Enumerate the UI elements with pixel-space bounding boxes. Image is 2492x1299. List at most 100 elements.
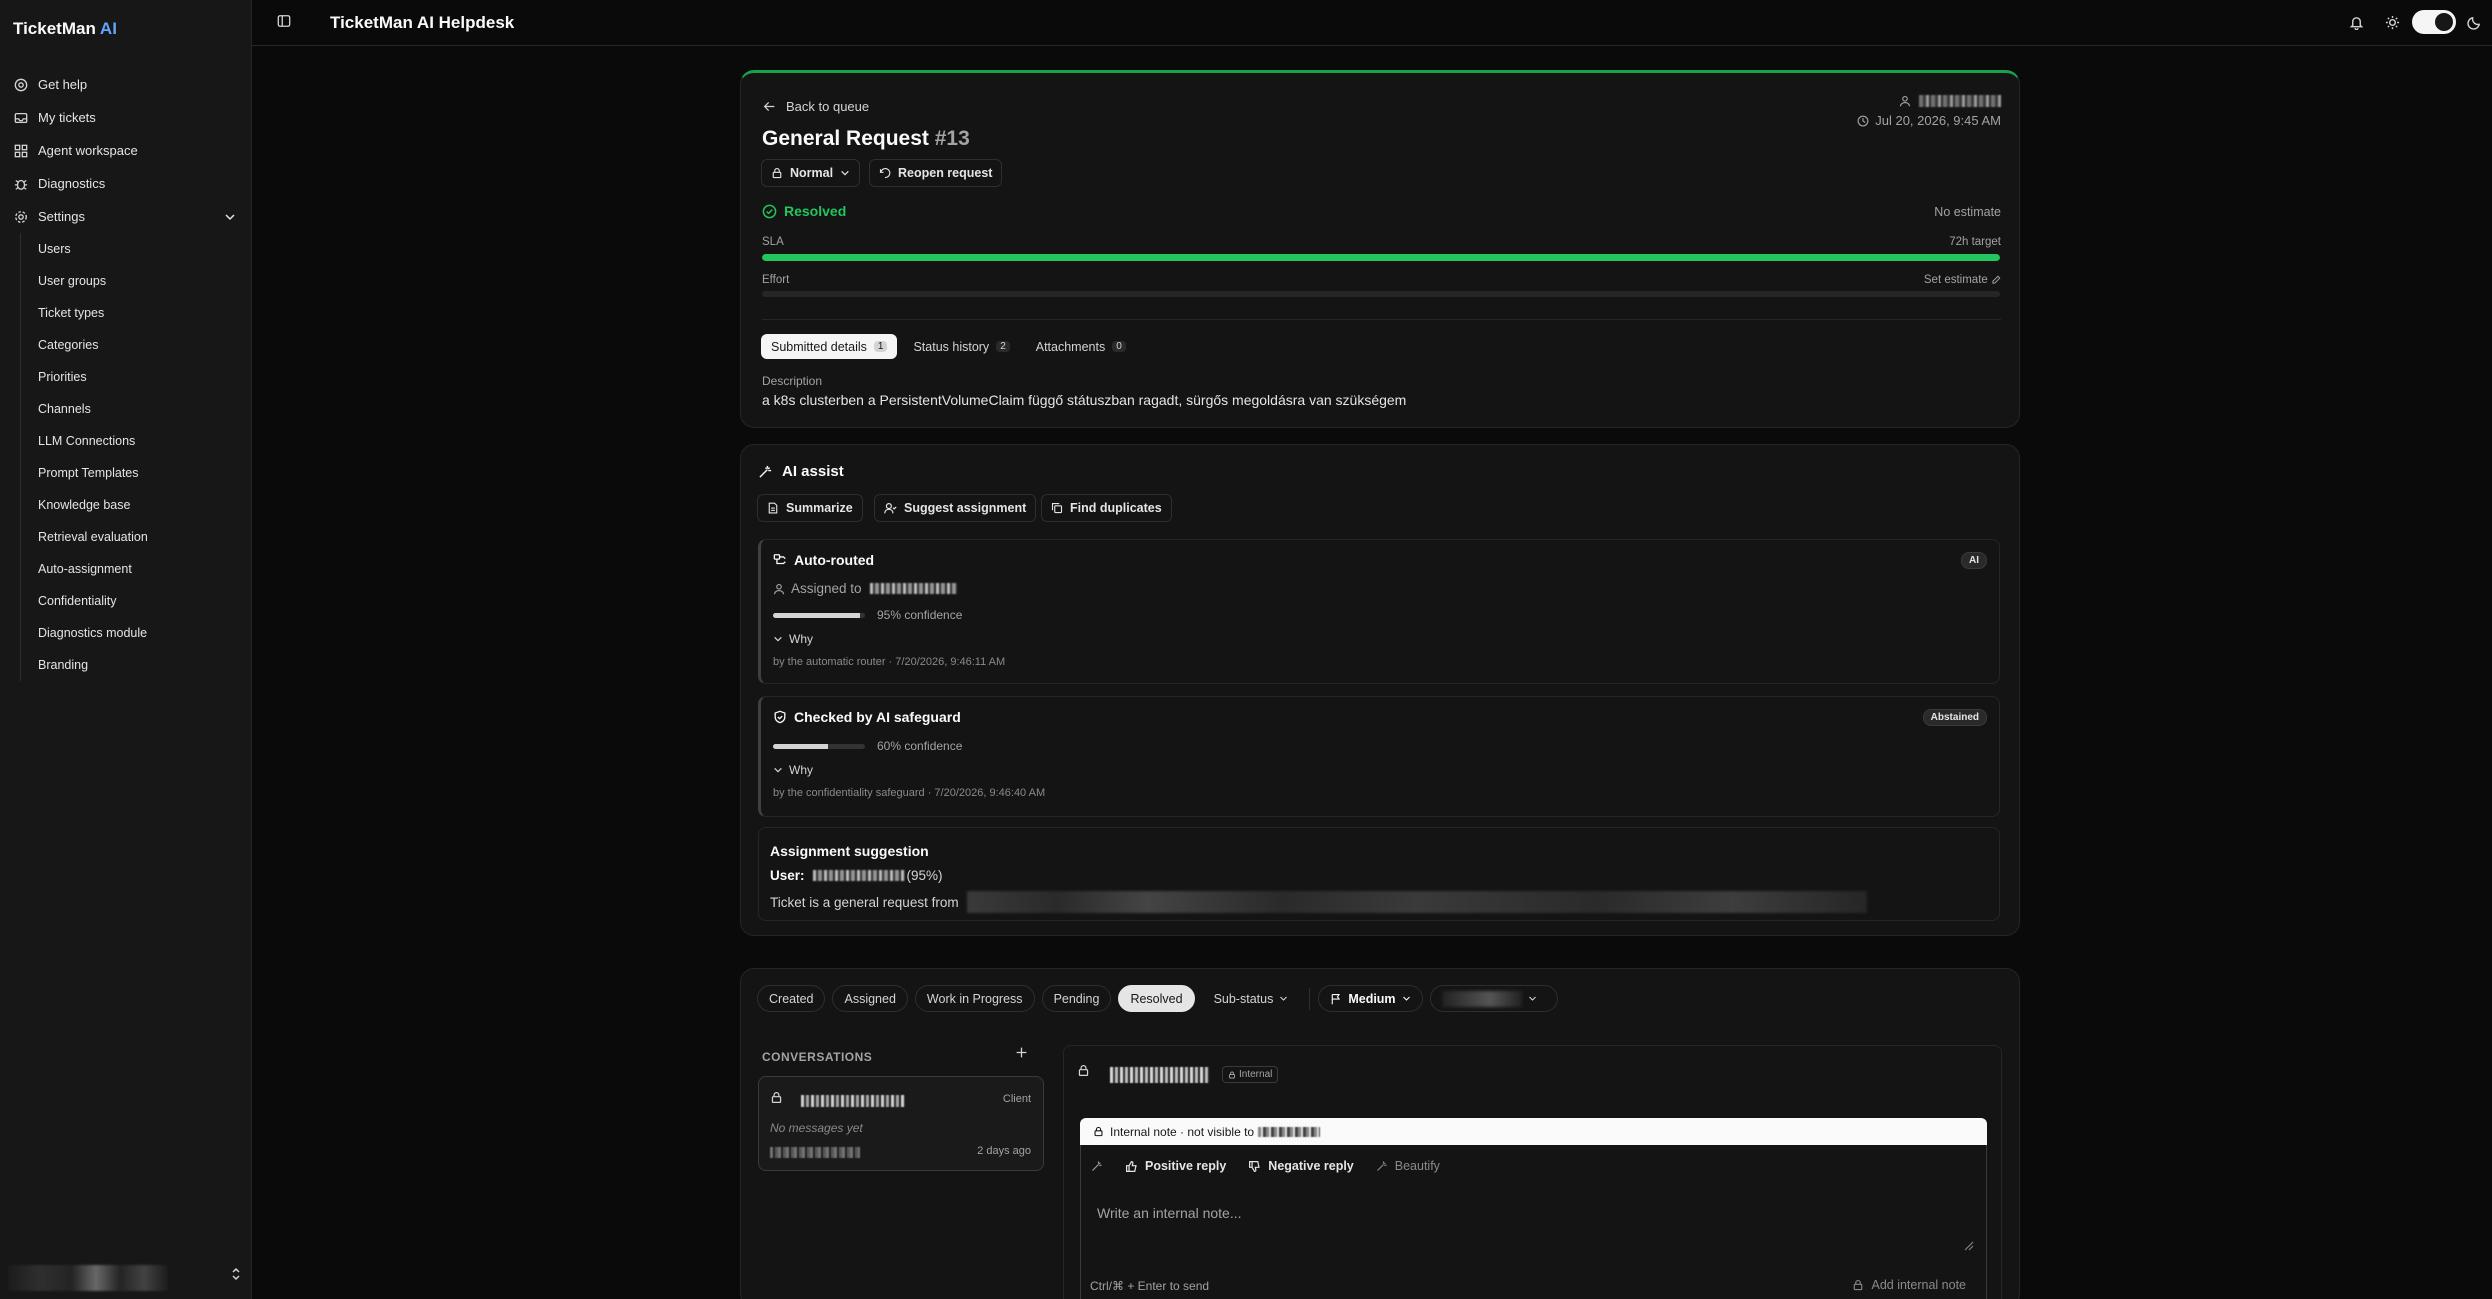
help-circle-icon <box>13 77 29 93</box>
suggest-assignment-button[interactable]: Suggest assignment <box>874 494 1037 522</box>
conversation-item[interactable]: Client No messages yet 2 days ago <box>758 1076 1044 1171</box>
user-menu[interactable] <box>0 1255 252 1299</box>
sidebar-item-prompt-templates[interactable]: Prompt Templates <box>21 457 252 489</box>
beautify-button[interactable]: Beautify <box>1376 1159 1440 1173</box>
resize-handle-icon[interactable] <box>1964 1241 1974 1251</box>
status-created[interactable]: Created <box>757 985 826 1012</box>
sidebar-item-channels[interactable]: Channels <box>21 393 252 425</box>
confidence-bar <box>773 613 865 618</box>
sidebar-item-auto-assignment[interactable]: Auto-assignment <box>21 553 252 585</box>
sidebar-item-my-tickets[interactable]: My tickets <box>0 101 252 134</box>
theme-toggle[interactable] <box>2412 10 2456 34</box>
suggested-user-redacted <box>812 870 905 881</box>
safeguard-title-text: Checked by AI safeguard <box>794 709 961 725</box>
tab-status-history[interactable]: Status history 2 <box>903 334 1019 359</box>
status-stepper: Created Assigned Work in Progress Pendin… <box>757 985 1565 1012</box>
sidebar-item-label: Agent workspace <box>38 143 138 158</box>
auto-routed-title: Auto-routed <box>773 552 874 568</box>
status-work-in-progress[interactable]: Work in Progress <box>914 985 1035 1012</box>
ticket-title: General Request #13 <box>762 127 970 151</box>
sidebar-item-agent-workspace[interactable]: Agent workspace <box>0 134 252 167</box>
file-text-icon <box>767 502 779 514</box>
confidence-bar <box>773 744 865 749</box>
sidebar-toggle-icon[interactable] <box>277 14 293 30</box>
sidebar-item-ticket-types[interactable]: Ticket types <box>21 297 252 329</box>
why-toggle[interactable]: Why <box>773 763 813 777</box>
assigned-to: Assigned to <box>773 581 958 596</box>
sidebar-item-label: Diagnostics <box>38 176 106 191</box>
brand-name: TicketMan <box>13 19 96 38</box>
sidebar-item-diagnostics-module[interactable]: Diagnostics module <box>21 617 252 649</box>
internal-badge: Internal <box>1222 1066 1279 1083</box>
sidebar-item-knowledge-base[interactable]: Knowledge base <box>21 489 252 521</box>
find-duplicates-button[interactable]: Find duplicates <box>1041 494 1172 522</box>
tab-label: Status history <box>913 339 990 354</box>
workflow-card: Created Assigned Work in Progress Pendin… <box>740 968 2020 1299</box>
status-text: Resolved <box>784 203 847 219</box>
add-internal-note-button[interactable]: Add internal note <box>1844 1271 1974 1299</box>
sidebar-item-user-groups[interactable]: User groups <box>21 265 252 297</box>
status-assigned[interactable]: Assigned <box>832 985 908 1012</box>
auto-routed-card: Auto-routed AI Assigned to 95% confidenc… <box>758 539 2000 684</box>
reopen-request-button[interactable]: Reopen request <box>869 159 1003 187</box>
why-toggle[interactable]: Why <box>773 632 813 646</box>
back-to-queue-link[interactable]: Back to queue <box>763 99 869 114</box>
tab-count: 0 <box>1112 341 1126 352</box>
top-bar: TicketMan AI Helpdesk <box>252 0 2492 46</box>
conversation-preview: No messages yet <box>770 1121 863 1135</box>
assignee-name-redacted <box>869 583 958 594</box>
priority-dropdown[interactable]: Normal <box>761 159 861 187</box>
sidebar-item-settings[interactable]: Settings <box>0 200 252 233</box>
sparkles-icon[interactable] <box>1091 1160 1103 1172</box>
suggested-user-pct: (95%) <box>906 868 943 883</box>
lock-icon <box>1093 1126 1104 1137</box>
summarize-button[interactable]: Summarize <box>757 494 863 522</box>
chevrons-up-down-icon <box>230 1267 242 1281</box>
sidebar-item-users[interactable]: Users <box>21 233 252 265</box>
tab-attachments[interactable]: Attachments 0 <box>1026 334 1136 359</box>
sub-status-dropdown[interactable]: Sub-status <box>1202 985 1301 1012</box>
sidebar-item-branding[interactable]: Branding <box>21 649 252 681</box>
sidebar-item-llm-connections[interactable]: LLM Connections <box>21 425 252 457</box>
assignee-redacted <box>1441 990 1522 1007</box>
sidebar-item-retrieval-evaluation[interactable]: Retrieval evaluation <box>21 521 252 553</box>
effort-progress-bar <box>762 291 2000 297</box>
route-icon <box>773 553 787 567</box>
assignee-dropdown[interactable] <box>1429 985 1558 1012</box>
lock-icon <box>1852 1279 1864 1291</box>
brand-logo[interactable]: TicketMan AI <box>13 19 117 39</box>
tab-submitted-details[interactable]: Submitted details 1 <box>761 334 898 359</box>
ticket-title-text: General Request <box>762 127 929 150</box>
set-estimate-button[interactable]: Set estimate <box>1924 274 2001 286</box>
client-name-redacted <box>1258 1126 1321 1137</box>
plus-icon[interactable] <box>1015 1046 1028 1059</box>
negative-reply-button[interactable]: Negative reply <box>1248 1159 1354 1173</box>
bell-icon[interactable] <box>2346 12 2366 32</box>
assigned-prefix: Assigned to <box>791 581 862 596</box>
priority-flag-dropdown[interactable]: Medium <box>1318 985 1423 1012</box>
flag-icon <box>1330 993 1342 1005</box>
sla-progress-bar <box>762 254 2000 261</box>
ticket-card: Back to queue General Request #13 Jul 20… <box>740 70 2020 428</box>
sidebar-item-categories[interactable]: Categories <box>21 329 252 361</box>
chevron-down-icon <box>1279 994 1288 1003</box>
sidebar-item-diagnostics[interactable]: Diagnostics <box>0 167 252 200</box>
sidebar-item-priorities[interactable]: Priorities <box>21 361 252 393</box>
status-pending[interactable]: Pending <box>1041 985 1112 1012</box>
thumbs-down-icon <box>1248 1160 1261 1173</box>
user-icon <box>773 583 785 595</box>
sidebar-item-get-help[interactable]: Get help <box>0 68 252 101</box>
positive-reply-button[interactable]: Positive reply <box>1125 1159 1226 1173</box>
back-label: Back to queue <box>786 99 870 114</box>
theme-toggle-knob <box>2435 13 2453 31</box>
ticket-date: Jul 20, 2026, 9:45 AM <box>1857 113 2001 128</box>
page-title: TicketMan AI Helpdesk <box>330 13 515 32</box>
sidebar-item-confidentiality[interactable]: Confidentiality <box>21 585 252 617</box>
note-input[interactable]: Write an internal note... <box>1097 1205 1241 1221</box>
rotate-ccw-icon <box>879 167 891 179</box>
tab-label: Submitted details <box>771 339 867 354</box>
clock-icon <box>1857 115 1869 127</box>
confidence-text: 60% confidence <box>877 739 963 753</box>
beautify-label: Beautify <box>1394 1159 1440 1173</box>
status-resolved[interactable]: Resolved <box>1118 985 1195 1012</box>
